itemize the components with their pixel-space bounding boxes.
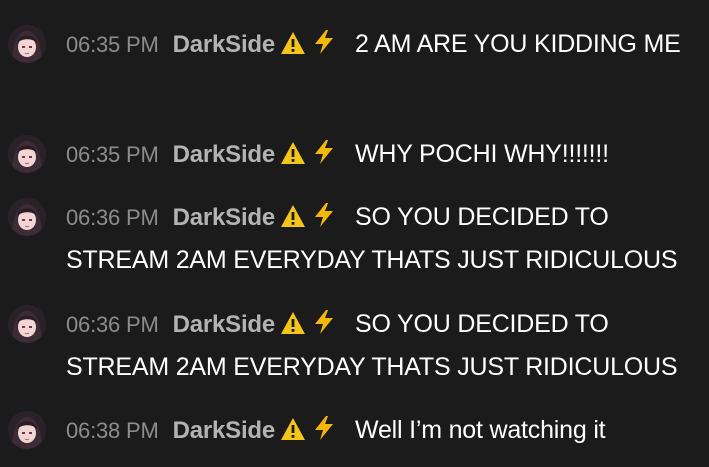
- lightning-icon: [311, 415, 337, 441]
- timestamp: 06:36 PM: [66, 312, 159, 337]
- avatar[interactable]: [8, 25, 46, 63]
- avatar[interactable]: [8, 135, 46, 173]
- message-body: 06:36 PM DarkSide SO YOU DECIDED TO STREAM…: [66, 196, 698, 281]
- avatar[interactable]: [8, 411, 46, 449]
- chat-message: 06:38 PM DarkSide Well I’m not watching it: [8, 409, 698, 452]
- lightning-icon: [311, 139, 337, 165]
- message-body: 06:35 PM DarkSide WHY POCHI WHY!!!!!!!: [66, 133, 698, 176]
- timestamp: 06:36 PM: [66, 205, 159, 230]
- warning-icon: [280, 141, 306, 165]
- chat-message: 06:35 PM DarkSide 2 AM ARE YOU KIDDING ME: [8, 23, 698, 66]
- warning-icon: [280, 31, 306, 55]
- timestamp: 06:35 PM: [66, 32, 159, 57]
- username[interactable]: DarkSide: [173, 141, 276, 168]
- chat-log: 06:35 PM DarkSide 2 AM ARE YOU KIDDING ME …: [0, 0, 709, 467]
- warning-icon: [280, 311, 306, 335]
- lightning-icon: [311, 309, 337, 335]
- message-body: 06:35 PM DarkSide 2 AM ARE YOU KIDDING ME: [66, 23, 698, 66]
- username[interactable]: DarkSide: [173, 311, 276, 338]
- warning-icon: [280, 204, 306, 228]
- timestamp: 06:38 PM: [66, 418, 159, 443]
- chat-message: 06:35 PM DarkSide WHY POCHI WHY!!!!!!!: [8, 133, 698, 176]
- warning-icon: [280, 417, 306, 441]
- message-text: Well I’m not watching it: [355, 416, 606, 444]
- avatar[interactable]: [8, 198, 46, 236]
- message-body: 06:36 PM DarkSide SO YOU DECIDED TO STREAM…: [66, 303, 698, 388]
- chat-message: 06:36 PM DarkSide SO YOU DECIDED TO STREAM…: [8, 196, 698, 281]
- message-text: 2 AM ARE YOU KIDDING ME: [355, 30, 681, 58]
- username[interactable]: DarkSide: [173, 204, 276, 231]
- username[interactable]: DarkSide: [173, 417, 276, 444]
- message-text: WHY POCHI WHY!!!!!!!: [355, 140, 609, 168]
- username[interactable]: DarkSide: [173, 31, 276, 58]
- message-body: 06:38 PM DarkSide Well I’m not watching it: [66, 409, 698, 452]
- avatar[interactable]: [8, 305, 46, 343]
- timestamp: 06:35 PM: [66, 142, 159, 167]
- lightning-icon: [311, 202, 337, 228]
- chat-message: 06:36 PM DarkSide SO YOU DECIDED TO STREAM…: [8, 303, 698, 388]
- lightning-icon: [311, 29, 337, 55]
